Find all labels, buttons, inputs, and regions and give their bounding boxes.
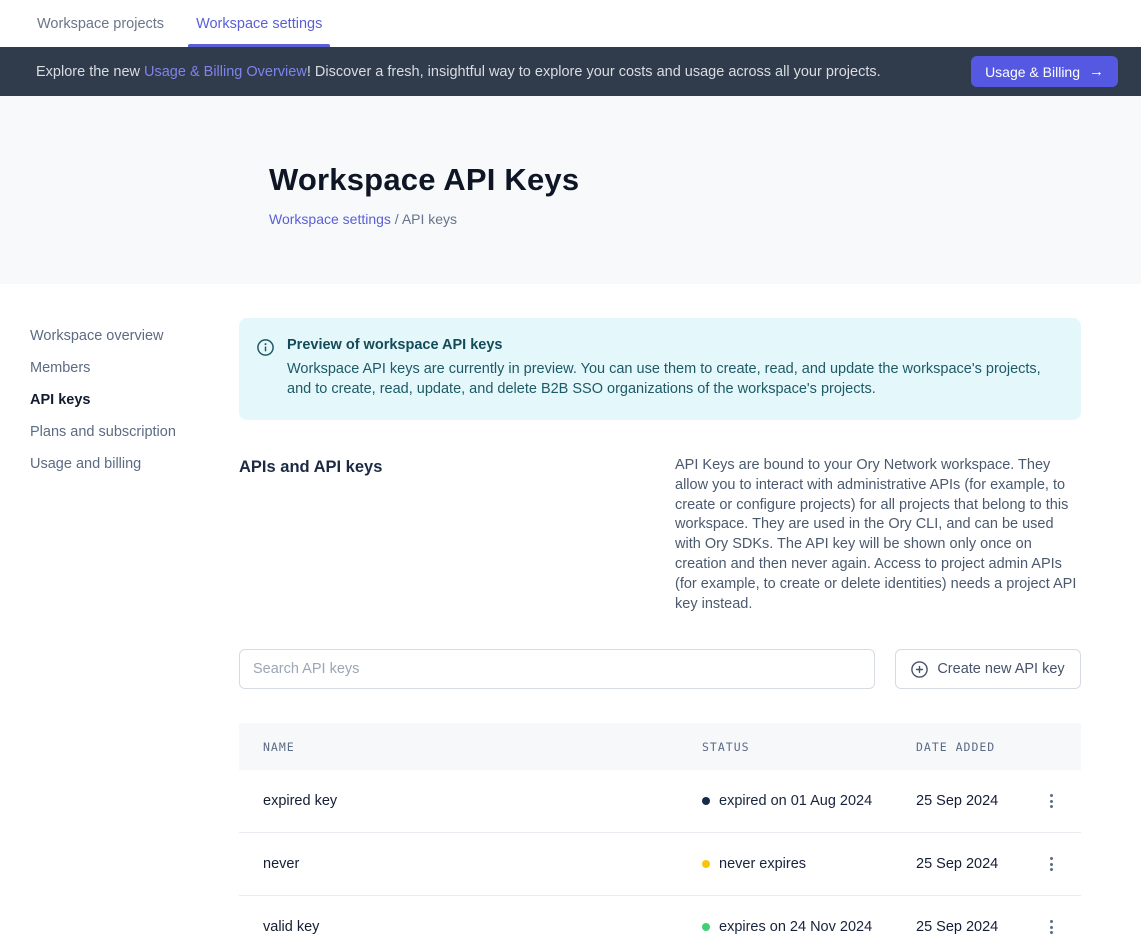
- breadcrumb: Workspace settings / API keys: [269, 211, 1111, 227]
- status-dot: [702, 923, 710, 931]
- api-key-name: valid key: [263, 919, 702, 935]
- row-actions-menu-icon[interactable]: [1046, 853, 1057, 875]
- sidebar-item-api-keys[interactable]: API keys: [30, 384, 239, 416]
- create-api-key-button[interactable]: Create new API key: [895, 649, 1081, 689]
- row-actions-menu-icon[interactable]: [1046, 916, 1057, 938]
- section-heading: APIs and API keys: [239, 456, 675, 614]
- callout-title: Preview of workspace API keys: [287, 337, 1057, 353]
- preview-callout: Preview of workspace API keys Workspace …: [239, 318, 1081, 420]
- section-description: API Keys are bound to your Ory Network w…: [675, 456, 1081, 614]
- usage-billing-banner: Explore the new Usage & Billing Overview…: [0, 47, 1141, 96]
- top-navigation: Workspace projects Workspace settings: [0, 0, 1141, 47]
- apis-section: APIs and API keys API Keys are bound to …: [239, 456, 1081, 614]
- usage-billing-button[interactable]: Usage & Billing →: [971, 56, 1118, 87]
- breadcrumb-current: API keys: [402, 211, 457, 227]
- api-key-date-added: 25 Sep 2024: [916, 856, 1033, 872]
- content-area: Preview of workspace API keys Workspace …: [239, 284, 1081, 940]
- page-header: Workspace API Keys Workspace settings / …: [0, 96, 1141, 284]
- status-text: never expires: [719, 856, 806, 872]
- breadcrumb-workspace-settings-link[interactable]: Workspace settings: [269, 211, 391, 227]
- sidebar-item-members[interactable]: Members: [30, 352, 239, 384]
- sidebar-item-plans-and-subscription[interactable]: Plans and subscription: [30, 416, 239, 448]
- api-key-status: never expires: [702, 856, 916, 872]
- sidebar-item-usage-and-billing[interactable]: Usage and billing: [30, 448, 239, 480]
- banner-text-after: ! Discover a fresh, insightful way to ex…: [307, 64, 881, 80]
- page-title: Workspace API Keys: [269, 162, 1111, 198]
- api-key-status: expired on 01 Aug 2024: [702, 793, 916, 809]
- column-header-date-added: DATE ADDED: [916, 740, 1033, 754]
- banner-text-before: Explore the new: [36, 64, 144, 80]
- column-header-status: STATUS: [702, 740, 916, 754]
- usage-billing-button-label: Usage & Billing: [985, 64, 1080, 80]
- column-header-name: NAME: [263, 740, 702, 754]
- arrow-right-icon: →: [1089, 63, 1104, 80]
- status-text: expires on 24 Nov 2024: [719, 919, 872, 935]
- row-actions-menu-icon[interactable]: [1046, 790, 1057, 812]
- main-layout: Workspace overview Members API keys Plan…: [0, 284, 1141, 940]
- table-row: never never expires 25 Sep 2024: [239, 833, 1081, 896]
- api-key-name: expired key: [263, 793, 702, 809]
- search-input[interactable]: [239, 649, 875, 689]
- status-dot: [702, 797, 710, 805]
- api-keys-table: NAME STATUS DATE ADDED expired key expir…: [239, 723, 1081, 940]
- tab-workspace-settings[interactable]: Workspace settings: [194, 0, 324, 47]
- api-key-status: expires on 24 Nov 2024: [702, 919, 916, 935]
- banner-message: Explore the new Usage & Billing Overview…: [36, 64, 971, 80]
- info-icon: [257, 339, 274, 399]
- table-header: NAME STATUS DATE ADDED: [239, 723, 1081, 770]
- tab-workspace-projects[interactable]: Workspace projects: [35, 0, 166, 47]
- status-dot: [702, 860, 710, 868]
- table-row: valid key expires on 24 Nov 2024 25 Sep …: [239, 896, 1081, 940]
- sidebar-item-workspace-overview[interactable]: Workspace overview: [30, 320, 239, 352]
- breadcrumb-separator: /: [391, 211, 402, 227]
- create-api-key-label: Create new API key: [937, 661, 1064, 677]
- api-key-date-added: 25 Sep 2024: [916, 793, 1033, 809]
- usage-billing-overview-link[interactable]: Usage & Billing Overview: [144, 64, 307, 80]
- settings-sidebar: Workspace overview Members API keys Plan…: [0, 284, 239, 480]
- api-key-date-added: 25 Sep 2024: [916, 919, 1033, 935]
- table-row: expired key expired on 01 Aug 2024 25 Se…: [239, 770, 1081, 833]
- plus-circle-icon: [911, 661, 928, 678]
- api-keys-toolbar: Create new API key: [239, 649, 1081, 689]
- callout-body: Workspace API keys are currently in prev…: [287, 359, 1057, 399]
- api-key-name: never: [263, 856, 702, 872]
- status-text: expired on 01 Aug 2024: [719, 793, 872, 809]
- callout-content: Preview of workspace API keys Workspace …: [287, 337, 1057, 399]
